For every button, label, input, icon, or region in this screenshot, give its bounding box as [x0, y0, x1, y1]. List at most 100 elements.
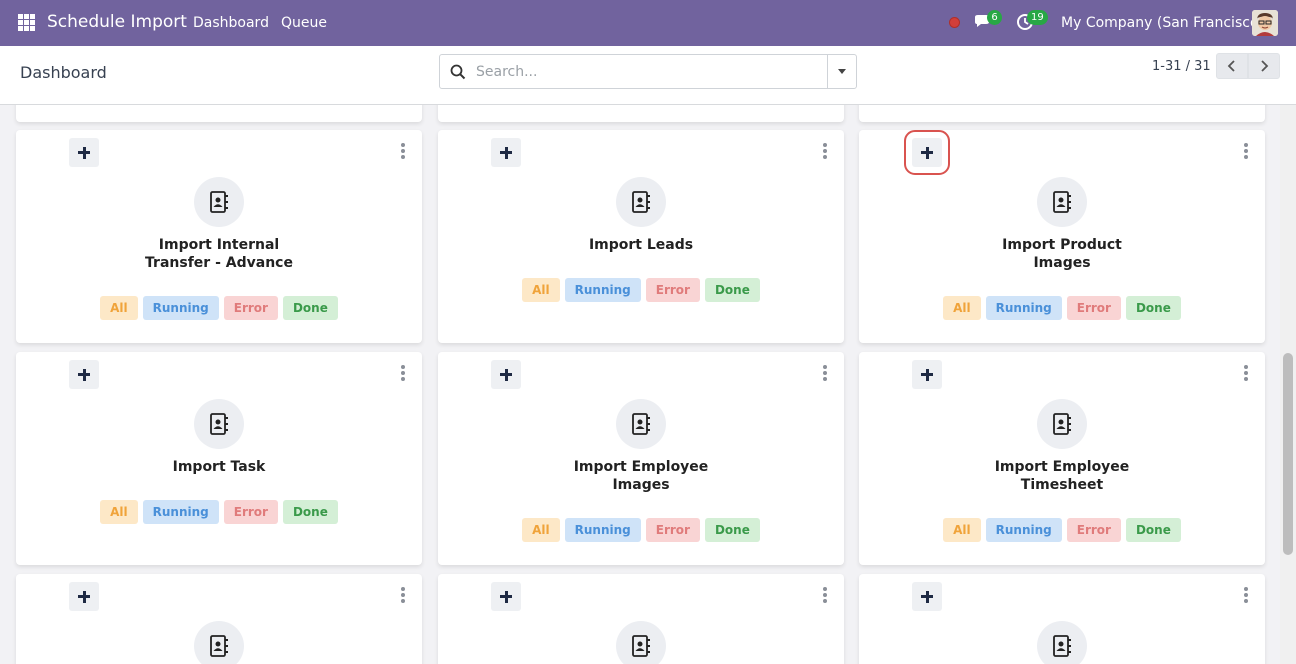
kanban-card[interactable]: [859, 574, 1265, 664]
tag-error[interactable]: Error: [1066, 518, 1121, 542]
card-title[interactable]: Import Employee Images: [501, 458, 781, 494]
kanban-card[interactable]: [859, 105, 1265, 122]
tag-running[interactable]: Running: [564, 518, 641, 542]
address-book-icon: [1037, 399, 1087, 449]
tag-error[interactable]: Error: [223, 500, 278, 524]
add-import-button[interactable]: [69, 138, 99, 167]
menu-queue[interactable]: Queue: [281, 15, 327, 31]
top-navbar: Schedule Import Dashboard Queue 6 19 My …: [0, 0, 1296, 46]
search-options-toggle[interactable]: [827, 55, 856, 88]
tag-done[interactable]: Done: [282, 296, 338, 320]
add-import-button[interactable]: [912, 360, 942, 389]
address-book-icon: [194, 177, 244, 227]
kanban-card[interactable]: [438, 574, 844, 664]
tag-running[interactable]: Running: [142, 500, 219, 524]
tag-done[interactable]: Done: [1125, 296, 1181, 320]
add-import-button[interactable]: [69, 360, 99, 389]
status-filter-tags: All Running Error Done: [859, 296, 1265, 320]
kebab-menu-icon[interactable]: [401, 143, 405, 159]
kebab-menu-icon[interactable]: [1244, 587, 1248, 603]
tag-done[interactable]: Done: [704, 518, 760, 542]
tag-error[interactable]: Error: [223, 296, 278, 320]
card-title[interactable]: Import Employee Timesheet: [922, 458, 1202, 494]
apps-grid-icon[interactable]: [18, 14, 35, 31]
kanban-card[interactable]: [438, 105, 844, 122]
address-book-icon: [616, 399, 666, 449]
control-panel: Dashboard 1-31 / 31: [0, 46, 1296, 105]
tag-all[interactable]: All: [943, 296, 981, 320]
menu-dashboard[interactable]: Dashboard: [193, 15, 269, 31]
search-input[interactable]: [476, 55, 826, 88]
chevron-left-icon: [1227, 60, 1235, 72]
pager-value[interactable]: 1-31 / 31: [1152, 59, 1211, 74]
address-book-icon: [194, 621, 244, 664]
address-book-icon: [194, 399, 244, 449]
address-book-icon: [616, 177, 666, 227]
add-import-button[interactable]: [491, 360, 521, 389]
kebab-menu-icon[interactable]: [401, 587, 405, 603]
status-filter-tags: All Running Error Done: [16, 296, 422, 320]
search-icon: [450, 64, 466, 80]
pager-next-button[interactable]: [1248, 53, 1280, 79]
card-title[interactable]: Import Internal Transfer - Advance: [79, 236, 359, 272]
kanban-dashboard: Import Internal Transfer - Advance All R…: [0, 105, 1296, 664]
tag-done[interactable]: Done: [1125, 518, 1181, 542]
tag-all[interactable]: All: [522, 278, 560, 302]
add-import-button[interactable]: [69, 582, 99, 611]
kanban-card[interactable]: Import Internal Transfer - Advance All R…: [16, 130, 422, 343]
kebab-menu-icon[interactable]: [823, 365, 827, 381]
status-filter-tags: All Running Error Done: [16, 500, 422, 524]
tag-running[interactable]: Running: [564, 278, 641, 302]
recording-dot-icon[interactable]: [949, 17, 960, 28]
kanban-card[interactable]: [16, 105, 422, 122]
activity-count-badge: 19: [1027, 10, 1048, 25]
kebab-menu-icon[interactable]: [823, 587, 827, 603]
tag-all[interactable]: All: [100, 296, 138, 320]
add-import-button[interactable]: [912, 582, 942, 611]
kebab-menu-icon[interactable]: [1244, 365, 1248, 381]
kanban-card[interactable]: [16, 574, 422, 664]
add-import-button[interactable]: [491, 582, 521, 611]
kanban-card[interactable]: Import Product Images All Running Error …: [859, 130, 1265, 343]
app-name[interactable]: Schedule Import: [47, 12, 187, 32]
status-filter-tags: All Running Error Done: [438, 518, 844, 542]
card-title[interactable]: Import Product Images: [922, 236, 1202, 272]
tag-error[interactable]: Error: [645, 278, 700, 302]
kanban-card[interactable]: Import Leads All Running Error Done: [438, 130, 844, 343]
address-book-icon: [1037, 177, 1087, 227]
user-avatar[interactable]: [1252, 10, 1278, 36]
caret-down-icon: [838, 69, 846, 74]
tag-running[interactable]: Running: [142, 296, 219, 320]
message-count-badge: 6: [987, 10, 1002, 25]
company-switcher[interactable]: My Company (San Francisco): [1061, 15, 1264, 31]
kanban-card[interactable]: Import Employee Timesheet All Running Er…: [859, 352, 1265, 565]
address-book-icon: [616, 621, 666, 664]
status-filter-tags: All Running Error Done: [438, 278, 844, 302]
tag-all[interactable]: All: [522, 518, 560, 542]
kanban-card[interactable]: Import Task All Running Error Done: [16, 352, 422, 565]
add-import-button[interactable]: [904, 130, 950, 175]
breadcrumb: Dashboard: [20, 63, 107, 82]
kebab-menu-icon[interactable]: [401, 365, 405, 381]
tag-done[interactable]: Done: [282, 500, 338, 524]
status-filter-tags: All Running Error Done: [859, 518, 1265, 542]
scrollbar-thumb[interactable]: [1283, 353, 1293, 555]
pager-previous-button[interactable]: [1216, 53, 1248, 79]
card-title[interactable]: Import Task: [79, 458, 359, 476]
chevron-right-icon: [1261, 60, 1269, 72]
vertical-scrollbar[interactable]: [1280, 105, 1296, 664]
card-title[interactable]: Import Leads: [501, 236, 781, 254]
address-book-icon: [1037, 621, 1087, 664]
tag-running[interactable]: Running: [985, 518, 1062, 542]
tag-error[interactable]: Error: [1066, 296, 1121, 320]
search-box[interactable]: [439, 54, 857, 89]
tag-error[interactable]: Error: [645, 518, 700, 542]
add-import-button[interactable]: [491, 138, 521, 167]
tag-all[interactable]: All: [100, 500, 138, 524]
tag-all[interactable]: All: [943, 518, 981, 542]
kanban-card[interactable]: Import Employee Images All Running Error…: [438, 352, 844, 565]
tag-running[interactable]: Running: [985, 296, 1062, 320]
kebab-menu-icon[interactable]: [1244, 143, 1248, 159]
tag-done[interactable]: Done: [704, 278, 760, 302]
kebab-menu-icon[interactable]: [823, 143, 827, 159]
